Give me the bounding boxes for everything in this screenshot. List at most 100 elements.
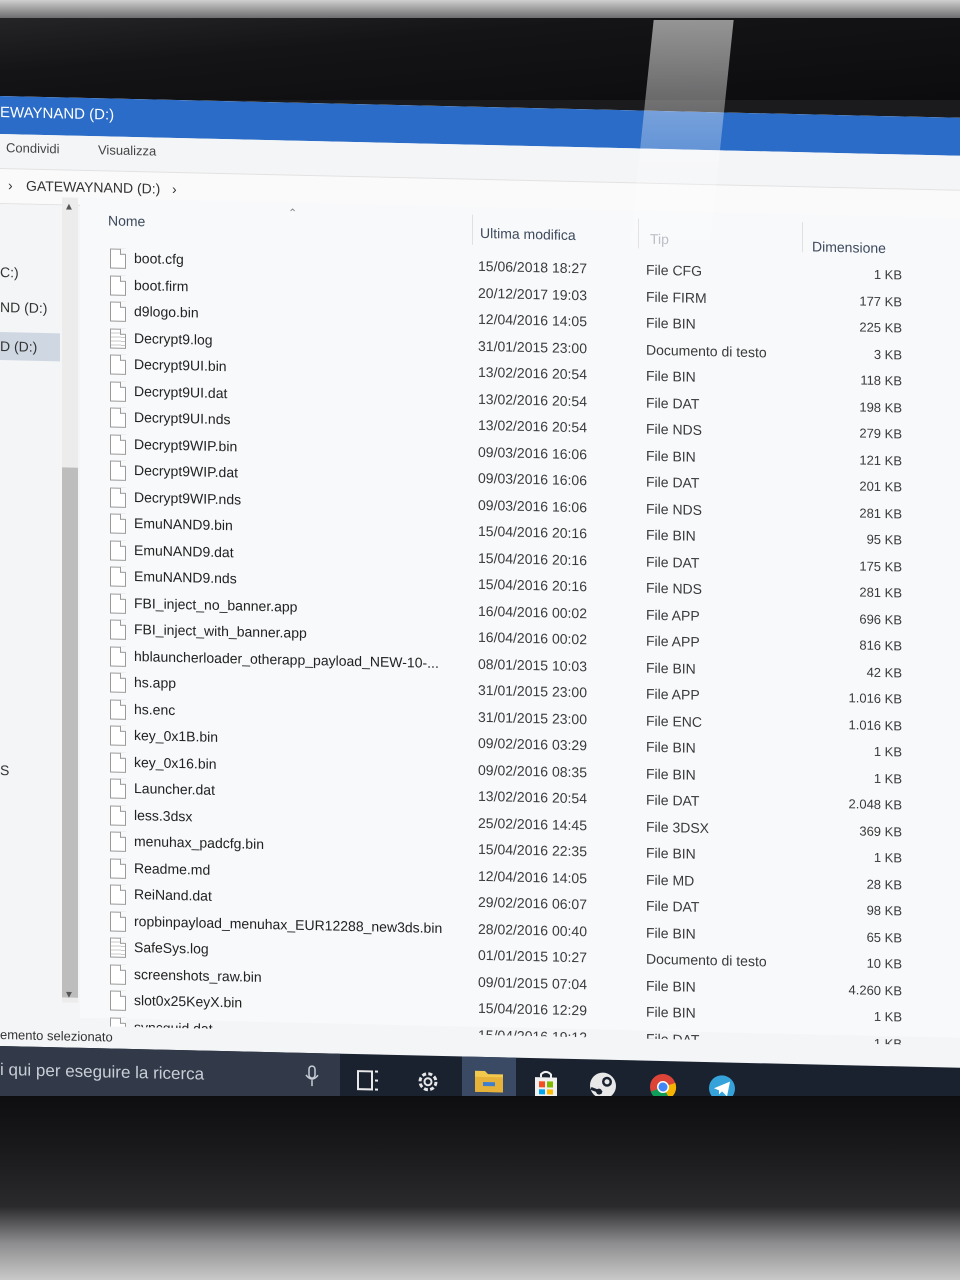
file-name: Decrypt9WIP.nds (134, 488, 242, 507)
sort-ascending-icon: ⌃ (288, 207, 298, 220)
file-name: boot.cfg (134, 250, 184, 268)
file-size: 1 KB (873, 743, 902, 760)
file-name: Readme.md (134, 859, 211, 878)
file-explorer-icon[interactable] (462, 1056, 516, 1110)
file-icon (110, 380, 126, 402)
breadcrumb-next-chevron-icon[interactable]: › (172, 181, 177, 197)
file-size: 225 KB (859, 319, 902, 336)
file-icon (110, 645, 126, 667)
file-modified: 12/04/2016 14:05 (478, 867, 587, 886)
column-divider[interactable] (638, 218, 639, 249)
column-header-modified[interactable]: Ultima modifica (480, 225, 576, 243)
file-type: File DAT (646, 553, 700, 571)
file-icon (110, 566, 126, 587)
file-name: SafeSys.log (134, 939, 209, 957)
breadcrumb-chevron-icon[interactable]: › (8, 177, 13, 193)
file-size: 1 KB (873, 849, 902, 866)
file-name: less.3dsx (134, 806, 193, 824)
settings-gear-icon[interactable] (410, 1063, 446, 1100)
file-name: Decrypt9UI.dat (134, 382, 228, 401)
file-type: File BIN (646, 367, 696, 385)
file-icon (110, 831, 126, 852)
file-type: File DAT (646, 897, 700, 915)
file-type: File DAT (646, 473, 700, 491)
file-size: 3 KB (873, 346, 902, 362)
column-divider[interactable] (472, 214, 473, 245)
navigation-pane: C:) ND (D:) D (D:) S (0, 204, 60, 1026)
file-icon (110, 990, 126, 1011)
breadcrumb-drive[interactable]: GATEWAYNAND (D:) (26, 178, 160, 197)
file-icon (110, 274, 126, 296)
file-modified: 09/02/2016 08:35 (478, 761, 587, 780)
file-size: 98 KB (866, 902, 902, 919)
tab-condividi[interactable]: Condividi (6, 140, 59, 156)
column-header-name[interactable]: Nome (108, 212, 145, 229)
file-icon (110, 725, 126, 746)
file-modified: 28/02/2016 00:40 (478, 920, 587, 939)
file-size: 177 KB (859, 293, 902, 309)
file-modified: 15/04/2016 22:35 (478, 840, 587, 860)
file-modified: 15/04/2016 12:29 (478, 999, 587, 1019)
file-modified: 15/04/2016 20:16 (478, 522, 587, 542)
file-name: boot.firm (134, 276, 189, 294)
scroll-up-icon[interactable]: ▲ (64, 201, 74, 212)
file-type: File FIRM (646, 288, 707, 306)
microphone-icon[interactable] (305, 1065, 319, 1087)
file-type: File APP (646, 606, 700, 624)
file-type: File MD (646, 871, 695, 889)
file-icon (110, 619, 126, 640)
folder-icon (475, 1070, 503, 1093)
nav-item-s[interactable]: S (0, 762, 9, 778)
file-size: 198 KB (859, 399, 902, 415)
file-name: hs.app (134, 674, 177, 691)
column-header-size[interactable]: Dimensione (812, 238, 886, 256)
file-icon (110, 407, 126, 428)
file-type: File BIN (646, 765, 696, 783)
file-modified: 31/01/2015 23:00 (478, 708, 587, 727)
file-type: File BIN (646, 924, 696, 942)
nav-scrollbar[interactable]: ▲ ▼ (62, 197, 78, 1003)
nav-item-c-drive[interactable]: C:) (0, 264, 19, 280)
file-size: 279 KB (859, 425, 902, 442)
laptop-bezel-bottom (0, 1096, 960, 1280)
file-size: 696 KB (859, 611, 902, 627)
scroll-down-icon[interactable]: ▼ (64, 989, 74, 1000)
column-divider[interactable] (802, 222, 803, 253)
file-size: 1.016 KB (848, 690, 903, 707)
file-name: ReiNand.dat (134, 886, 212, 904)
file-modified: 29/02/2016 06:07 (478, 893, 587, 913)
file-size: 65 KB (866, 929, 902, 945)
file-modified: 13/02/2016 20:54 (478, 787, 587, 807)
file-type: File BIN (646, 1003, 696, 1021)
scrollbar-thumb[interactable] (62, 467, 78, 998)
nav-item-nand-drive[interactable]: ND (D:) (0, 299, 47, 316)
file-icon (110, 433, 126, 455)
tab-visualizza[interactable]: Visualizza (98, 142, 156, 158)
file-type: File 3DSX (646, 818, 710, 836)
file-modified: 20/12/2017 19:03 (478, 284, 587, 303)
file-size: 369 KB (859, 823, 902, 839)
screen: EWAYNAND (D:) Condividi Visualizza › GAT… (0, 96, 960, 1118)
file-icon (110, 460, 126, 481)
column-header-type[interactable]: Tip (650, 231, 669, 247)
file-modified: 25/02/2016 14:45 (478, 814, 587, 833)
file-name: FBI_inject_no_banner.app (134, 594, 298, 615)
file-size: 201 KB (859, 478, 902, 495)
nav-item-d-drive-selected[interactable]: D (D:) (0, 332, 60, 362)
file-name: EmuNAND9.bin (134, 515, 233, 534)
file-modified: 15/06/2018 18:27 (478, 257, 587, 277)
file-modified: 09/01/2015 07:04 (478, 973, 587, 992)
task-view-icon[interactable] (350, 1062, 386, 1099)
file-icon (110, 963, 126, 985)
file-modified: 16/04/2016 00:02 (478, 602, 587, 621)
file-size: 28 KB (866, 876, 902, 892)
nav-item-d-drive-label: D (D:) (0, 338, 38, 355)
window-title: EWAYNAND (D:) (0, 104, 115, 124)
file-modified: 12/04/2016 14:05 (478, 310, 587, 330)
file-icon (110, 672, 126, 693)
file-modified: 13/02/2016 20:54 (478, 363, 587, 383)
file-size: 121 KB (859, 452, 902, 468)
search-placeholder: i qui per eseguire la ricerca (0, 1060, 205, 1084)
file-name: EmuNAND9.dat (134, 541, 234, 560)
file-modified: 15/04/2016 20:16 (478, 575, 587, 595)
